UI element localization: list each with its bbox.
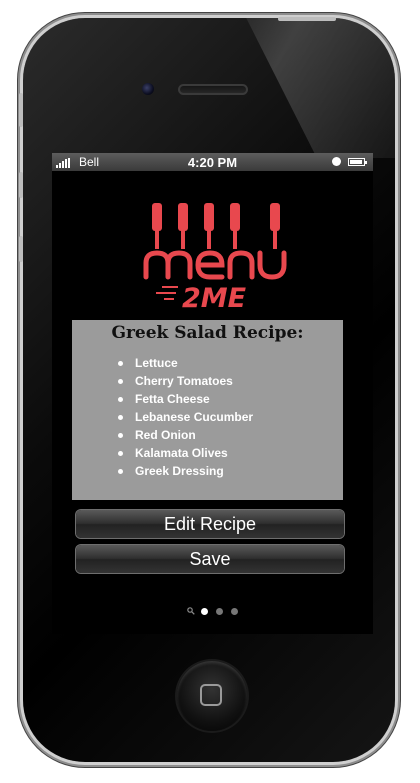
ingredient-list: Lettuce Cherry Tomatoes Fetta Cheese Leb… bbox=[118, 354, 253, 480]
battery-icon bbox=[348, 158, 367, 166]
list-item: Kalamata Olives bbox=[118, 444, 253, 462]
logo-wordmark-2me: 2ME bbox=[182, 283, 247, 313]
logo-wordmark-menu bbox=[143, 250, 287, 280]
earpiece-speaker bbox=[178, 84, 248, 95]
volume-down-button bbox=[19, 236, 23, 262]
list-item: Greek Dressing bbox=[118, 462, 253, 480]
recipe-card: Greek Salad Recipe: Lettuce Cherry Tomat… bbox=[72, 320, 343, 500]
list-item: Fetta Cheese bbox=[118, 390, 253, 408]
mute-switch bbox=[19, 93, 23, 127]
home-button[interactable] bbox=[177, 661, 247, 731]
volume-up-button bbox=[19, 172, 23, 198]
power-button bbox=[278, 17, 336, 21]
list-item: Cherry Tomatoes bbox=[118, 372, 253, 390]
orientation-lock-icon bbox=[332, 157, 341, 166]
list-item: Red Onion bbox=[118, 426, 253, 444]
app-logo: 2ME bbox=[143, 203, 287, 313]
edit-recipe-button[interactable]: Edit Recipe bbox=[76, 510, 344, 538]
list-item: Lettuce bbox=[118, 354, 253, 372]
page-dot-2[interactable] bbox=[216, 608, 223, 615]
recipe-title: Greek Salad Recipe: bbox=[111, 323, 304, 343]
list-item: Lebanese Cucumber bbox=[118, 408, 253, 426]
front-camera bbox=[142, 83, 154, 95]
app-screen: Bell 4:20 PM 2ME Greek Salad Recipe: Let… bbox=[52, 153, 373, 634]
page-indicator[interactable] bbox=[52, 607, 373, 617]
fork-icons bbox=[152, 203, 280, 249]
home-square-icon bbox=[200, 684, 222, 706]
magnifier-icon bbox=[187, 607, 195, 615]
status-time: 4:20 PM bbox=[187, 155, 238, 170]
save-button[interactable]: Save bbox=[76, 545, 344, 573]
page-dot-1[interactable] bbox=[201, 608, 208, 615]
speed-lines bbox=[156, 286, 178, 300]
page-dot-3[interactable] bbox=[231, 608, 238, 615]
status-bar: Bell 4:20 PM bbox=[52, 153, 373, 171]
